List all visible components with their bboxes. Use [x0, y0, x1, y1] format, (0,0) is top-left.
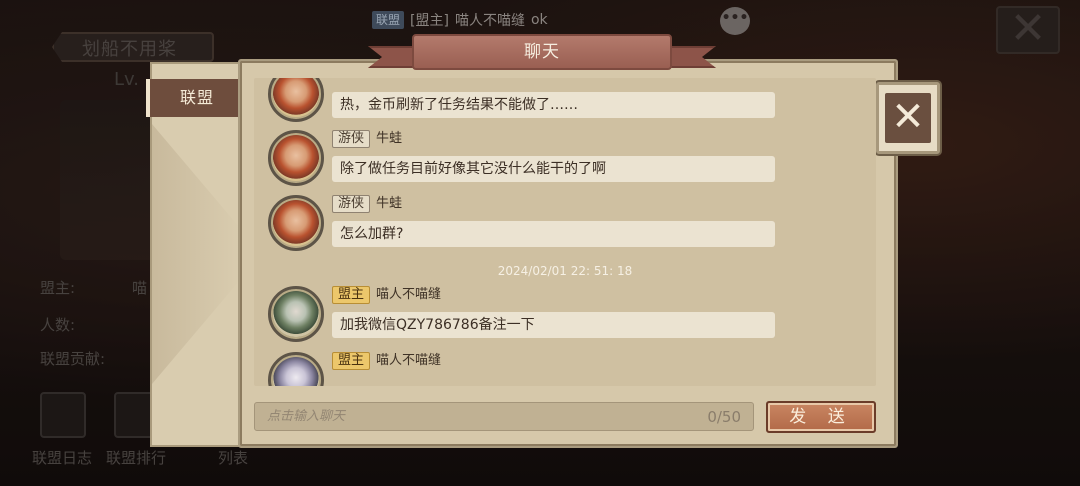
- tab-alliance[interactable]: 联盟: [146, 79, 244, 117]
- notification-channel-tag: 联盟: [372, 11, 405, 29]
- sender-name[interactable]: 喵人不喵缝: [376, 286, 441, 304]
- sender-name[interactable]: 牛蛙: [376, 195, 402, 213]
- notification-role-tag: [盟主]: [410, 13, 449, 29]
- elf-avatar[interactable]: [268, 352, 324, 386]
- notification-text: ok: [530, 12, 548, 28]
- chat-bubble-icon[interactable]: •••: [720, 7, 750, 35]
- message-text: 热，金币刷新了任务结果不能做了……: [332, 92, 775, 118]
- chat-message: 热，金币刷新了任务结果不能做了……: [266, 78, 866, 130]
- leader-role-tag: 盟主: [332, 352, 371, 370]
- sender-name[interactable]: 牛蛙: [376, 130, 402, 148]
- chat-input[interactable]: [255, 403, 753, 430]
- leader-role-tag: 盟主: [332, 286, 371, 304]
- notification-bar[interactable]: 联盟 [盟主] 喵人不喵缝 ok: [372, 8, 712, 32]
- elf-avatar[interactable]: [268, 286, 324, 342]
- red-hair-avatar[interactable]: [268, 195, 324, 251]
- channel-tab-strip: [150, 62, 242, 447]
- send-button[interactable]: 发 送: [766, 401, 876, 433]
- message-text: 加我微信QZY786786备注一下: [332, 312, 775, 338]
- notification-sender: 喵人不喵缝: [454, 13, 525, 29]
- close-button[interactable]: ✕: [876, 82, 940, 154]
- message-timestamp: 2024/02/01 22: 51: 18: [497, 264, 633, 278]
- chat-message: 盟主 喵人不喵缝: [266, 352, 866, 386]
- char-counter: 0/50: [707, 408, 741, 426]
- chat-message: 游侠 牛蛙 除了做任务目前好像其它没什么能干的了啊: [266, 130, 866, 194]
- dialog-title: 聊天: [524, 42, 560, 62]
- chat-input-box[interactable]: 0/50: [254, 402, 754, 431]
- close-x-icon[interactable]: ✕: [885, 93, 931, 143]
- sender-name[interactable]: 喵人不喵缝: [376, 352, 441, 370]
- message-text: 除了做任务目前好像其它没什么能干的了啊: [332, 156, 775, 182]
- title-ribbon: 聊天: [368, 34, 716, 72]
- chat-message: 游侠 牛蛙 怎么加群?: [266, 195, 866, 259]
- role-tag: 游侠: [332, 130, 371, 148]
- red-hair-avatar[interactable]: [268, 78, 324, 122]
- red-hair-avatar[interactable]: [268, 130, 324, 186]
- chat-message: 盟主 喵人不喵缝 加我微信QZY786786备注一下: [266, 286, 866, 350]
- role-tag: 游侠: [332, 195, 371, 213]
- message-text: 怎么加群?: [332, 221, 775, 247]
- chat-message-list[interactable]: 热，金币刷新了任务结果不能做了…… 游侠 牛蛙 除了做任务目前好像其它没什么能干…: [254, 78, 876, 386]
